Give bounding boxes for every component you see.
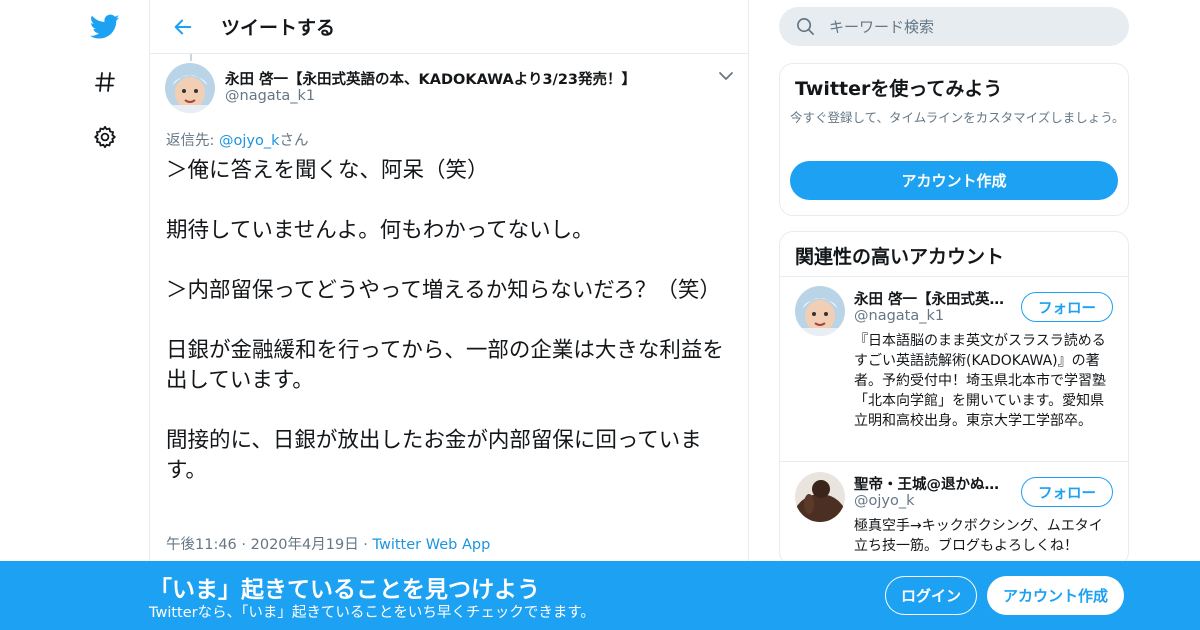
settings-button[interactable] [85,117,125,157]
main-column: ツイートする 永田 啓一【永田式英語の本、KADOKAWAより3/23発売！】 … [149,0,749,630]
back-button[interactable] [166,10,200,44]
signup-card: Twitterを使ってみよう 今すぐ登録して、タイムラインをカスタマイズしましょ… [779,63,1129,216]
left-nav [0,0,150,630]
page-title: ツイートする [221,17,336,39]
tweet-timestamp: 午後11:46 · 2020年4月19日 · Twitter Web App [166,533,490,554]
gear-icon [93,125,117,149]
twitter-logo-button[interactable] [85,7,125,47]
tweet-text: ＞俺に答えを聞くな、阿呆（笑） 期待していませんよ。何もわかってないし。 ＞内部… [166,158,724,483]
twitter-bird-icon [90,14,120,40]
create-account-button[interactable]: アカウント作成 [790,161,1118,200]
tweet-time[interactable]: 午後11:46 [166,537,237,553]
follow-button[interactable]: フォロー [1021,477,1113,507]
related-account-name[interactable]: 永田 啓一【永田式英… [854,288,1014,309]
related-account-handle[interactable]: @ojyo_k [854,493,915,509]
search-input[interactable] [829,7,1109,46]
author-avatar[interactable] [165,63,215,113]
thread-connector [190,54,192,61]
tweet-menu-button[interactable] [718,70,734,82]
author-handle[interactable]: @nagata_k1 [225,88,315,104]
reply-prefix: 返信先: [166,133,219,149]
bottom-bar-subtitle: Twitterなら、「いま」起きていることをいち早くチェックできます。 [149,605,595,621]
follow-button[interactable]: フォロー [1021,292,1113,322]
chevron-down-icon [718,70,734,82]
related-accounts-card: 関連性の高いアカウント 永田 啓一【永田式英… @nagata_k1 フォロー … [779,231,1129,566]
tweet-date[interactable]: 2020年4月19日 [251,537,359,553]
related-account-bio: 『日本語脳のまま英文がスラスラ読めるすごい英語読解術(KADOKAWA)』の著者… [854,333,1106,429]
bottom-create-account-button[interactable]: アカウント作成 [987,576,1124,615]
related-account-handle[interactable]: @nagata_k1 [854,308,944,324]
arrow-left-icon [172,16,194,38]
bottom-bar-title: 「いま」起きていることを見つけよう [149,577,540,603]
search-icon [796,17,815,36]
reply-suffix: さん [279,133,309,149]
bottom-signup-bar: 「いま」起きていることを見つけよう Twitterなら、「いま」起きていることを… [0,561,1200,630]
login-button[interactable]: ログイン [885,576,977,615]
divider [780,276,1128,277]
hashtag-icon [93,70,117,94]
related-account-avatar[interactable] [795,286,845,336]
related-card-title: 関連性の高いアカウント [795,246,1005,268]
meta-separator: · [236,537,251,553]
reply-to-line: 返信先: @ojyo_kさん [166,129,309,150]
signup-card-title: Twitterを使ってみよう [795,78,1003,100]
author-name[interactable]: 永田 啓一【永田式英語の本、KADOKAWAより3/23発売！】 [225,68,636,89]
meta-separator: · [358,537,373,553]
signup-card-description: 今すぐ登録して、タイムラインをカスタマイズしましょう。 [790,110,1125,125]
tweet-source-link[interactable]: Twitter Web App [373,537,491,553]
main-header: ツイートする [150,0,748,54]
explore-button[interactable] [85,62,125,102]
divider [780,461,1128,462]
related-account-bio: 極真空手→キックボクシング、ムエタイ 立ち技一筋。ブログもよろしくね！ [854,518,1103,554]
reply-mention-link[interactable]: @ojyo_k [219,133,280,149]
related-account-avatar[interactable] [795,472,845,522]
related-account-name[interactable]: 聖帝・王城@退かぬ… [854,473,1014,494]
search-box[interactable] [779,7,1129,46]
